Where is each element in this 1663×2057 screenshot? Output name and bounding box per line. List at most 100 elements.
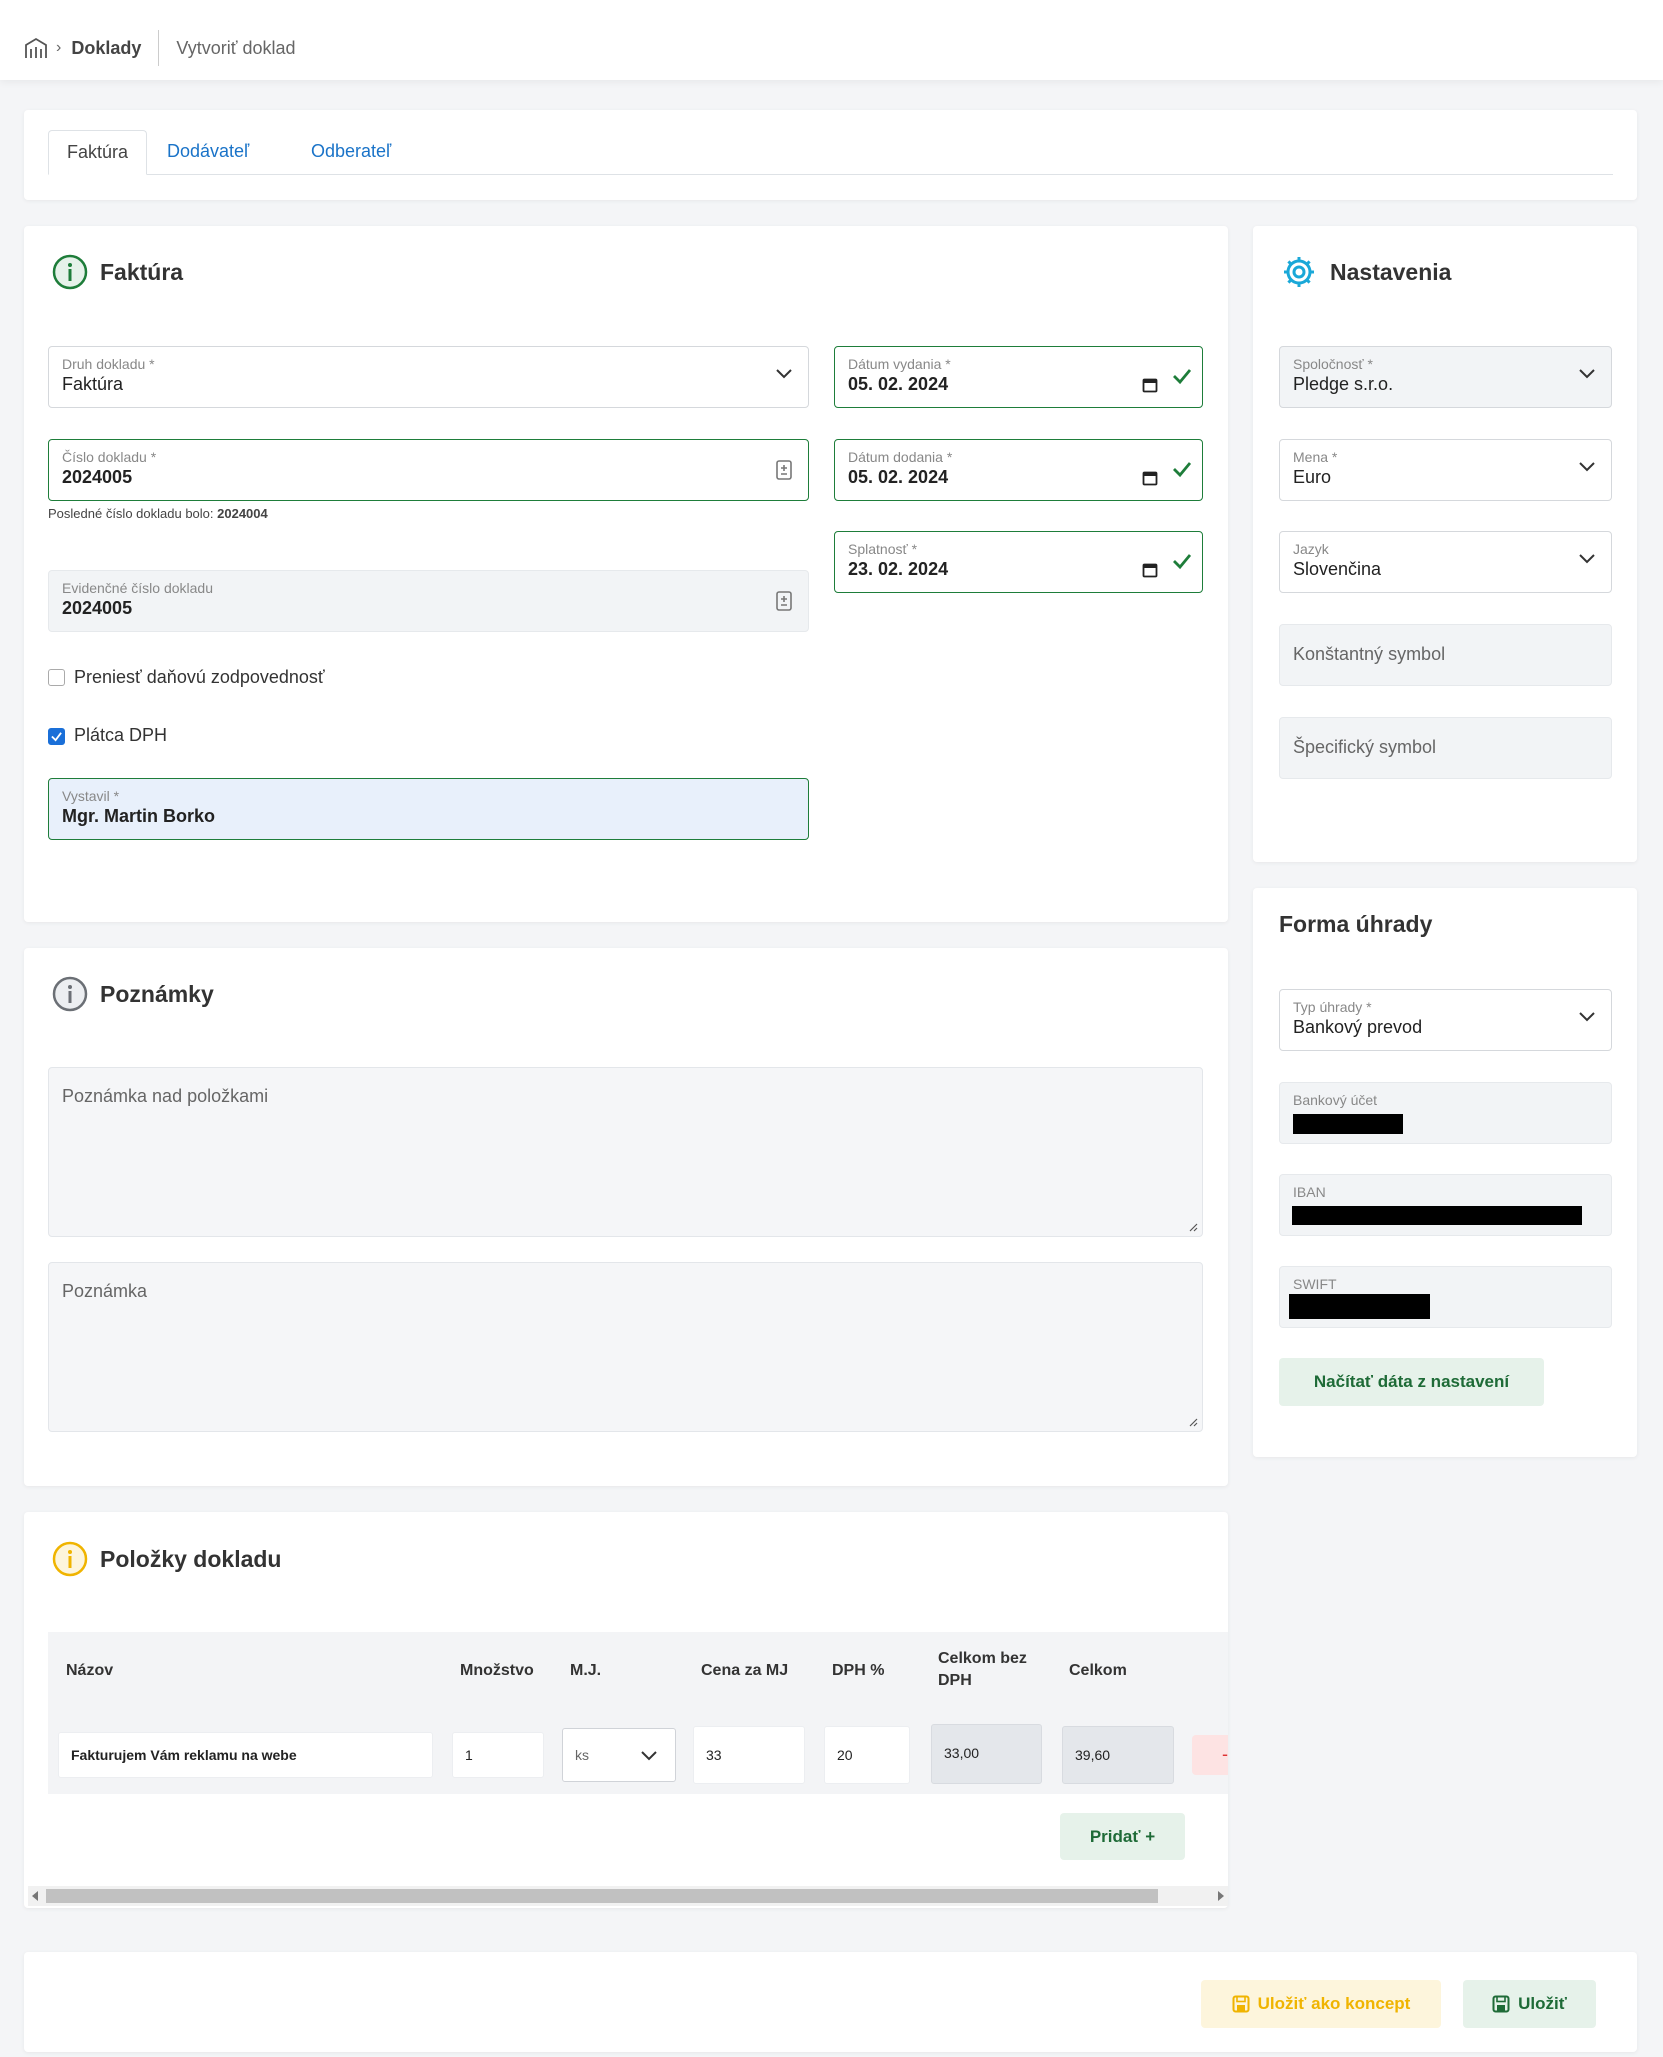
breadcrumb-page: Vytvoriť doklad <box>176 37 296 58</box>
settings-title: Nastavenia <box>1330 259 1452 285</box>
bank-account-field[interactable]: Bankový účet <box>1279 1082 1612 1144</box>
building-icon[interactable] <box>24 37 48 59</box>
resize-grip-icon[interactable] <box>1188 1222 1198 1232</box>
currency-select[interactable]: Mena * Euro <box>1279 439 1612 501</box>
save-draft-button[interactable]: Uložiť ako koncept <box>1201 1980 1441 2028</box>
item-vat-input[interactable]: 20 <box>824 1726 910 1784</box>
issue-date-value: 05. 02. 2024 <box>848 374 949 394</box>
doc-type-select[interactable]: Druh dokladu * Faktúra <box>48 346 809 408</box>
tab-invoice[interactable]: Faktúra <box>48 130 148 175</box>
evid-number-label: Evidenčné číslo dokladu <box>62 580 213 596</box>
payment-type-select[interactable]: Typ úhrady * Bankový prevod <box>1279 989 1612 1051</box>
chevron-down-icon <box>1579 462 1595 472</box>
valid-check-icon <box>1173 462 1192 478</box>
top-bar: › Doklady Vytvoriť doklad <box>0 0 1663 80</box>
doc-number-label: Číslo dokladu * <box>62 449 157 465</box>
col-net-line2: DPH <box>938 1672 972 1689</box>
breadcrumb-divider <box>158 30 160 66</box>
breadcrumb-section[interactable]: Doklady <box>71 38 141 59</box>
col-net: Celkom bez DPH <box>938 1648 1027 1692</box>
scroll-thumb[interactable] <box>46 1889 1158 1903</box>
item-total-value: 39,60 <box>1075 1747 1111 1763</box>
payment-type-value: Bankový prevod <box>1293 1017 1423 1037</box>
remove-item-button[interactable]: - <box>1192 1735 1228 1775</box>
col-net-line1: Celkom bez <box>938 1650 1027 1667</box>
language-select[interactable]: Jazyk Slovenčina <box>1279 531 1612 593</box>
gear-icon <box>1284 257 1314 287</box>
tab-customer[interactable]: Odberateľ <box>293 130 409 175</box>
doc-number-hint-prefix: Posledné číslo dokladu bolo: <box>48 506 214 521</box>
evid-number-field[interactable]: Evidenčné číslo dokladu 2024005 <box>48 570 809 632</box>
doc-number-hint: Posledné číslo dokladu bolo: 2024004 <box>48 506 268 521</box>
reverse-charge-label: Preniesť daňovú zodpovednosť <box>74 667 325 687</box>
item-name-input[interactable]: Fakturujem Vám reklamu na webe <box>58 1732 433 1778</box>
note-textarea[interactable]: Poznámka <box>48 1262 1203 1432</box>
issue-date-field[interactable]: Dátum vydania * 05. 02. 2024 <box>834 346 1203 408</box>
delivery-date-field[interactable]: Dátum dodania * 05. 02. 2024 <box>834 439 1203 501</box>
vat-payer-checkbox[interactable] <box>48 728 65 745</box>
item-unit-value: ks <box>575 1747 589 1763</box>
doc-number-value: 2024005 <box>62 467 133 487</box>
doc-number-field[interactable]: Číslo dokladu * 2024005 <box>48 439 809 501</box>
swift-label: SWIFT <box>1293 1276 1337 1292</box>
iban-field[interactable]: IBAN <box>1279 1174 1612 1236</box>
calculator-icon[interactable] <box>776 591 792 611</box>
item-price-input[interactable]: 33 <box>693 1726 805 1784</box>
iban-label: IBAN <box>1293 1184 1326 1200</box>
item-qty-input[interactable]: 1 <box>452 1732 544 1778</box>
doc-number-hint-value: 2024004 <box>217 506 268 521</box>
swift-redacted <box>1289 1294 1430 1319</box>
save-draft-label: Uložiť ako koncept <box>1257 1994 1411 2013</box>
due-date-field[interactable]: Splatnosť * 23. 02. 2024 <box>834 531 1203 593</box>
floppy-disk-icon <box>1492 1995 1510 2013</box>
col-price: Cena za MJ <box>701 1662 789 1679</box>
col-qty: Množstvo <box>460 1662 534 1679</box>
items-title: Položky dokladu <box>100 1546 282 1572</box>
tab-bar: Faktúra Dodávateľ Odberateľ <box>48 130 1613 175</box>
item-qty-value: 1 <box>465 1747 473 1763</box>
valid-check-icon <box>1173 554 1192 570</box>
company-label: Spoločnosť * <box>1293 356 1373 372</box>
add-item-button[interactable]: Pridať + <box>1060 1813 1185 1860</box>
breadcrumb: › Doklady Vytvoriť doklad <box>24 30 296 66</box>
company-select[interactable]: Spoločnosť * Pledge s.r.o. <box>1279 346 1612 408</box>
scroll-left-icon[interactable] <box>32 1891 38 1901</box>
specific-symbol-input[interactable]: Špecifický symbol <box>1279 717 1612 779</box>
constant-symbol-placeholder: Konštantný symbol <box>1293 644 1446 664</box>
issued-by-field[interactable]: Vystavil * Mgr. Martin Borko <box>48 778 809 840</box>
info-circle-icon <box>52 976 88 1012</box>
horizontal-scrollbar[interactable] <box>28 1886 1228 1906</box>
due-date-label: Splatnosť * <box>848 541 918 557</box>
save-label: Uložiť <box>1518 1994 1567 2013</box>
iban-redacted <box>1292 1206 1582 1225</box>
col-name: Názov <box>66 1662 114 1679</box>
calendar-icon[interactable] <box>1142 470 1158 486</box>
specific-symbol-placeholder: Špecifický symbol <box>1293 737 1437 757</box>
info-circle-icon <box>52 254 88 290</box>
save-button[interactable]: Uložiť <box>1463 1980 1596 2028</box>
tab-supplier[interactable]: Dodávateľ <box>149 130 267 175</box>
issued-by-value: Mgr. Martin Borko <box>62 806 216 826</box>
calendar-icon[interactable] <box>1142 562 1158 578</box>
col-unit: M.J. <box>570 1662 602 1679</box>
item-price-value: 33 <box>706 1747 722 1763</box>
scroll-right-icon[interactable] <box>1218 1891 1224 1901</box>
chevron-right-icon: › <box>56 39 62 56</box>
reverse-charge-checkbox[interactable] <box>48 669 65 686</box>
doc-type-label: Druh dokladu * <box>62 356 155 372</box>
payment-type-label: Typ úhrady * <box>1293 999 1372 1015</box>
load-from-settings-button[interactable]: Načítať dáta z nastavení <box>1279 1358 1544 1406</box>
item-unit-select[interactable]: ks <box>562 1728 676 1782</box>
constant-symbol-input[interactable]: Konštantný symbol <box>1279 624 1612 686</box>
chevron-down-icon <box>1579 1012 1595 1022</box>
note-above-items-textarea[interactable]: Poznámka nad položkami <box>48 1067 1203 1237</box>
evid-number-value: 2024005 <box>62 598 133 618</box>
calculator-icon[interactable] <box>776 460 792 480</box>
checkmark-icon <box>51 732 62 742</box>
chevron-down-icon <box>641 1751 657 1761</box>
calendar-icon[interactable] <box>1142 377 1158 393</box>
floppy-disk-icon <box>1232 1995 1250 2013</box>
swift-field[interactable]: SWIFT <box>1279 1266 1612 1328</box>
resize-grip-icon[interactable] <box>1188 1417 1198 1427</box>
delivery-date-label: Dátum dodania * <box>848 449 953 465</box>
